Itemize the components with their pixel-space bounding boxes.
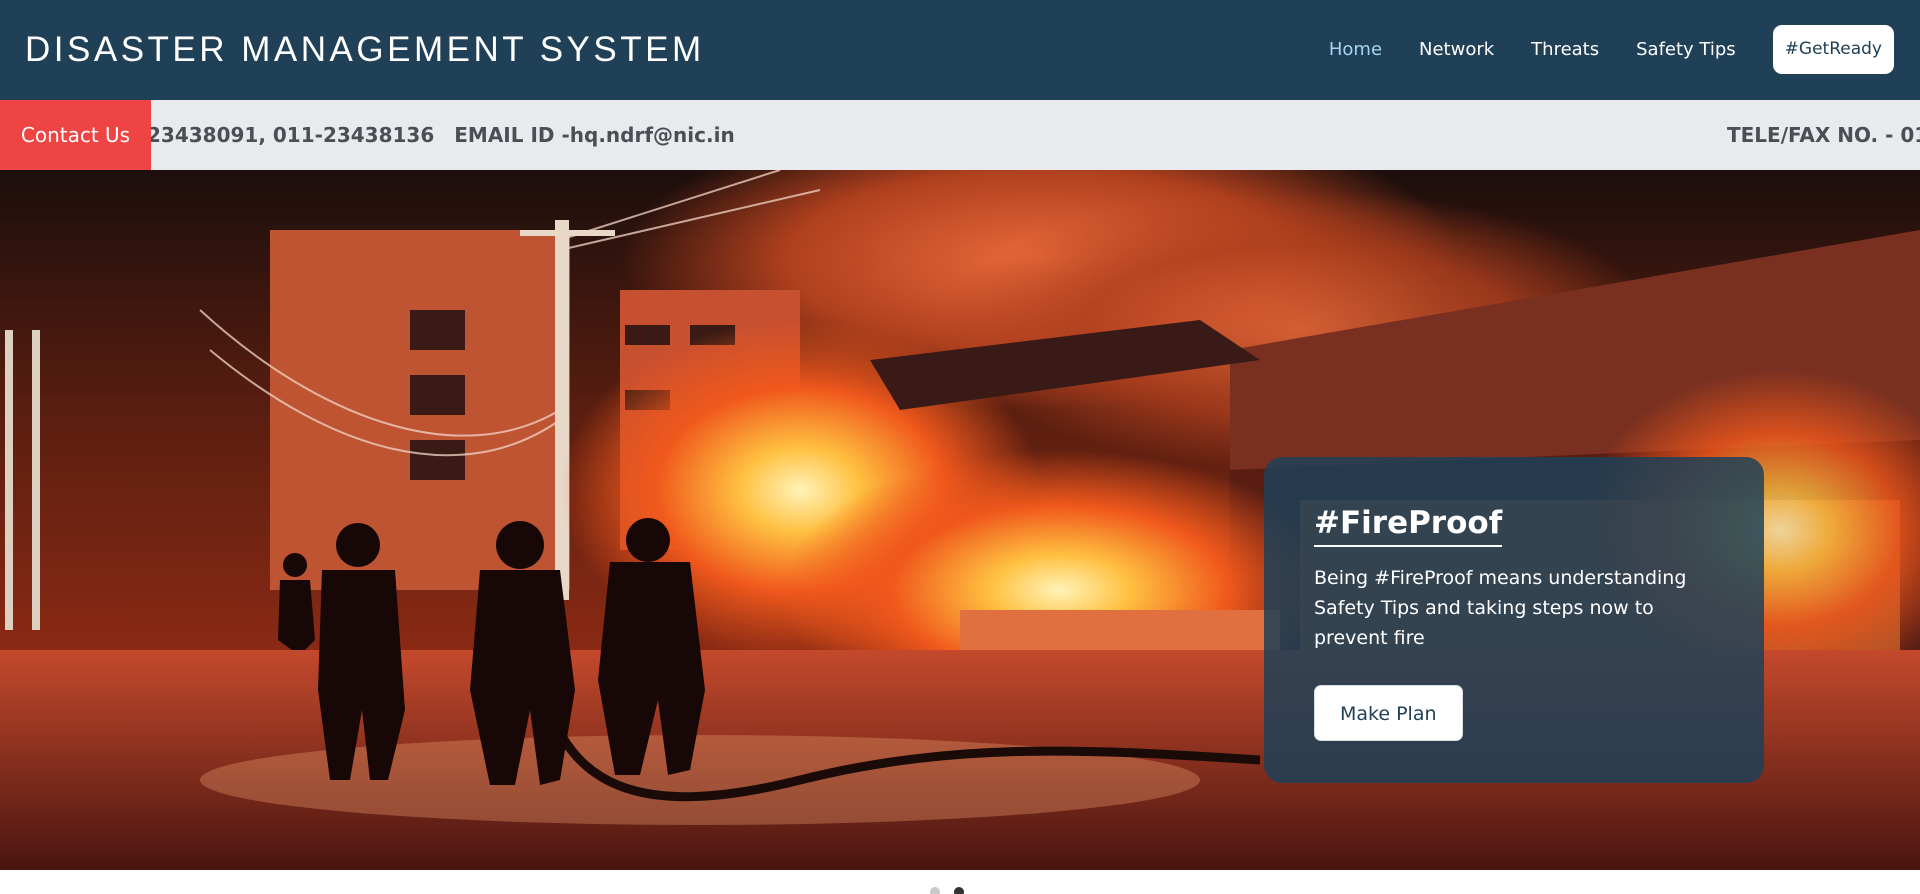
carousel-indicator-2[interactable] bbox=[954, 887, 964, 894]
nav-network[interactable]: Network bbox=[1419, 39, 1494, 60]
contact-ticker: 23438091, 011-23438136 EMAIL ID -hq.ndrf@… bbox=[0, 100, 1920, 170]
ticker-phone: 23438091, 011-23438136 bbox=[147, 123, 435, 147]
site-title[interactable]: DISASTER MANAGEMENT SYSTEM bbox=[25, 27, 705, 73]
contact-us-tab[interactable]: Contact Us bbox=[0, 100, 151, 170]
carousel-indicators bbox=[930, 887, 964, 894]
ticker-fax: TELE/FAX NO. - 011-2 bbox=[1727, 123, 1920, 147]
hero-description: Being #FireProof means understanding Saf… bbox=[1314, 567, 1687, 649]
ticker-contacts: 23438091, 011-23438136 EMAIL ID -hq.ndrf@… bbox=[147, 100, 735, 170]
hero-carousel: #FireProof Being #FireProof means unders… bbox=[0, 170, 1920, 870]
site-header: DISASTER MANAGEMENT SYSTEM Home Network … bbox=[0, 0, 1920, 100]
hero-title: #FireProof bbox=[1314, 505, 1503, 547]
make-plan-button[interactable]: Make Plan bbox=[1314, 685, 1463, 741]
main-nav: Home Network Threats Safety Tips #GetRea… bbox=[1292, 25, 1894, 74]
ticker-email: EMAIL ID -hq.ndrf@nic.in bbox=[454, 123, 735, 147]
nav-safety-tips[interactable]: Safety Tips bbox=[1636, 39, 1736, 60]
hero-caption-card: #FireProof Being #FireProof means unders… bbox=[1264, 457, 1764, 783]
nav-threats[interactable]: Threats bbox=[1531, 39, 1599, 60]
carousel-indicator-1[interactable] bbox=[930, 887, 940, 894]
get-ready-button[interactable]: #GetReady bbox=[1772, 25, 1894, 74]
nav-home[interactable]: Home bbox=[1329, 39, 1382, 60]
